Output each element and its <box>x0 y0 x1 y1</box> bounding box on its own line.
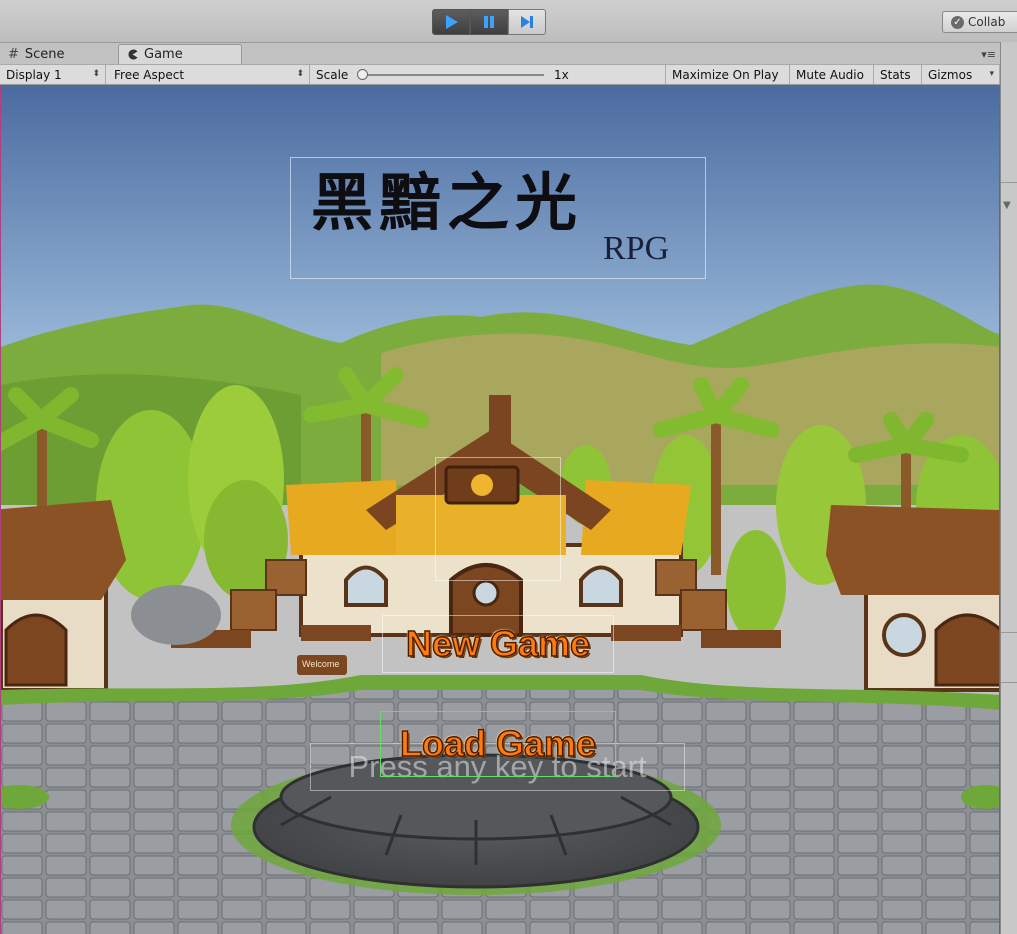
game-title: 黑黯之光 <box>311 166 584 239</box>
grid-icon: # <box>8 46 19 62</box>
dropdown-arrow-icon: ⬍ <box>92 69 100 79</box>
tab-scene-label: Scene <box>24 46 65 62</box>
playback-controls <box>432 9 546 35</box>
inspector-edge: ▼ <box>1000 42 1017 934</box>
pause-button[interactable] <box>470 9 508 35</box>
check-icon: ✓ <box>951 15 964 29</box>
editor-toolbar: ✓ Collab <box>0 0 1017 43</box>
tavern-sign-selection <box>435 457 561 581</box>
tab-game[interactable]: Game <box>118 44 242 64</box>
welcome-sign-text: Welcome <box>302 659 340 669</box>
divider <box>1001 632 1017 633</box>
play-icon <box>446 15 458 29</box>
dropdown-arrow-icon: ⬍ <box>296 69 304 79</box>
title-panel: 黑黯之光 RPG <box>290 157 706 279</box>
maximize-on-play-toggle[interactable]: Maximize On Play <box>666 65 790 84</box>
scale-label: Scale <box>316 67 349 82</box>
aspect-dropdown[interactable]: Free Aspect ⬍ <box>108 65 310 84</box>
right-house <box>826 505 999 692</box>
gizmos-dropdown[interactable]: Gizmos ▾ <box>922 65 1000 84</box>
game-viewport[interactable]: 黑黯之光 RPG Press any key to start New Game… <box>0 85 1000 934</box>
pause-icon <box>484 16 494 28</box>
maximize-label: Maximize On Play <box>672 67 779 82</box>
scale-slider-track[interactable] <box>362 74 544 76</box>
mute-label: Mute Audio <box>796 67 864 82</box>
view-tabs: # Scene Game ▾≡ <box>0 42 1000 64</box>
tab-game-label: Game <box>144 47 183 62</box>
pacman-icon <box>128 49 138 60</box>
step-button[interactable] <box>508 9 546 35</box>
stats-label: Stats <box>880 67 911 82</box>
gizmos-label: Gizmos <box>928 67 973 82</box>
collapse-arrow-icon[interactable]: ▼ <box>1003 200 1011 211</box>
divider <box>1001 182 1017 183</box>
tab-menu-icon[interactable]: ▾≡ <box>981 48 996 61</box>
scale-value: 1x <box>554 68 569 82</box>
step-icon <box>521 16 533 28</box>
tab-scene[interactable]: # Scene <box>0 44 110 64</box>
display-dropdown[interactable]: Display 1 ⬍ <box>0 65 106 84</box>
stats-toggle[interactable]: Stats <box>874 65 922 84</box>
new-game-button[interactable]: New Game <box>382 615 614 673</box>
divider <box>1001 682 1017 683</box>
scale-slider-handle[interactable] <box>357 69 368 80</box>
dropdown-arrow-icon: ▾ <box>989 69 994 79</box>
collab-label: Collab <box>968 15 1006 29</box>
load-game-button[interactable]: Load Game <box>380 711 616 777</box>
display-label: Display 1 <box>6 67 62 82</box>
game-title-suffix: RPG <box>603 230 670 267</box>
aspect-label: Free Aspect <box>114 67 185 82</box>
play-button[interactable] <box>432 9 470 35</box>
mute-audio-toggle[interactable]: Mute Audio <box>790 65 874 84</box>
left-house <box>1 500 126 692</box>
collab-button[interactable]: ✓ Collab <box>942 11 1017 33</box>
game-view-toolbar: Display 1 ⬍ Free Aspect ⬍ Scale 1x Maxim… <box>0 64 1000 85</box>
